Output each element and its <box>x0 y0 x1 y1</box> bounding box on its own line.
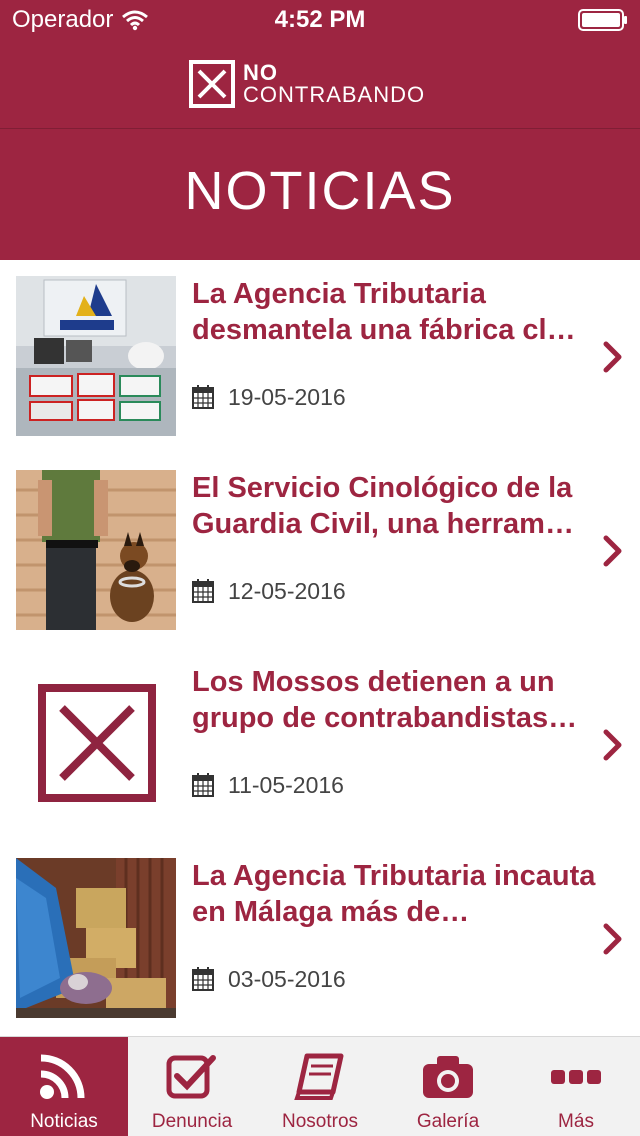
chevron-right-icon[interactable] <box>602 922 624 956</box>
news-date-row: 12-05-2016 <box>192 574 346 608</box>
news-title[interactable]: La Agencia Tributaria incauta en Málaga … <box>192 858 602 930</box>
more-icon <box>551 1070 601 1084</box>
news-item[interactable]: El Servicio Cinológico de la Guardia Civ… <box>0 454 640 648</box>
warehouse-image <box>16 858 176 1018</box>
news-list: La Agencia Tributaria desmantela una fáb… <box>0 260 640 1036</box>
news-date-row: 03-05-2016 <box>192 962 346 996</box>
calendar-icon <box>192 773 214 797</box>
logo-text: NO CONTRABANDO <box>243 62 425 106</box>
customs-seizure-image <box>16 276 176 436</box>
chevron-right-icon[interactable] <box>602 534 624 568</box>
clock: 4:52 PM <box>274 6 366 33</box>
no-contrabando-placeholder-icon <box>16 664 176 824</box>
tab-denuncia[interactable]: Denuncia <box>128 1037 256 1136</box>
news-title[interactable]: Los Mossos detienen a un grupo de contra… <box>192 664 602 736</box>
app-header: Operador 4:52 PM NO CONTRABANDO NOTICIAS <box>0 0 640 260</box>
news-item[interactable]: La Agencia Tributaria desmantela una fáb… <box>0 260 640 454</box>
chevron-right-icon[interactable] <box>602 728 624 762</box>
tab-label: Nosotros <box>281 1111 359 1132</box>
book-icon <box>294 1053 344 1100</box>
news-thumbnail <box>16 276 176 436</box>
tab-label: Galería <box>416 1111 480 1132</box>
logo-line-1: NO <box>243 60 278 85</box>
news-date: 03-05-2016 <box>228 965 346 992</box>
tab-mas[interactable]: Más <box>512 1037 640 1136</box>
tab-nosotros[interactable]: Nosotros <box>256 1037 384 1136</box>
news-date-row: 11-05-2016 <box>192 768 344 802</box>
checkbox-icon <box>166 1055 216 1099</box>
calendar-icon <box>192 579 214 603</box>
news-title[interactable]: La Agencia Tributaria desmantela una fáb… <box>192 276 602 348</box>
logo-line-2: CONTRABANDO <box>243 82 426 107</box>
rss-icon <box>40 1054 85 1099</box>
tab-label: Noticias <box>30 1111 98 1132</box>
status-bar: Operador 4:52 PM <box>0 0 640 40</box>
tab-noticias[interactable]: Noticias <box>0 1037 128 1136</box>
news-title[interactable]: El Servicio Cinológico de la Guardia Civ… <box>192 470 602 542</box>
news-thumbnail <box>16 470 176 630</box>
news-date: 12-05-2016 <box>228 577 346 604</box>
camera-icon <box>423 1056 473 1098</box>
battery-icon <box>578 9 627 31</box>
tab-galeria[interactable]: Galería <box>384 1037 512 1136</box>
tab-label: Más <box>558 1111 594 1132</box>
news-date-row: 19-05-2016 <box>192 380 346 414</box>
news-thumbnail <box>16 858 176 1018</box>
news-item[interactable]: Los Mossos detienen a un grupo de contra… <box>0 648 640 842</box>
app-logo: NO CONTRABANDO <box>189 60 425 108</box>
calendar-icon <box>192 967 214 991</box>
tab-bar: Noticias Denuncia Nosotros Galería Más <box>0 1036 640 1136</box>
chevron-right-icon[interactable] <box>602 340 624 374</box>
news-thumbnail <box>16 664 176 824</box>
guard-dog-image <box>16 470 176 630</box>
news-date: 19-05-2016 <box>228 383 346 410</box>
news-date: 11-05-2016 <box>228 771 344 798</box>
calendar-icon <box>192 385 214 409</box>
news-item[interactable]: La Agencia Tributaria incauta en Málaga … <box>0 842 640 1036</box>
tab-label: Denuncia <box>151 1111 233 1132</box>
x-box-logo-icon <box>189 60 235 108</box>
page-title: NOTICIAS <box>184 161 456 221</box>
header-divider <box>0 128 640 129</box>
